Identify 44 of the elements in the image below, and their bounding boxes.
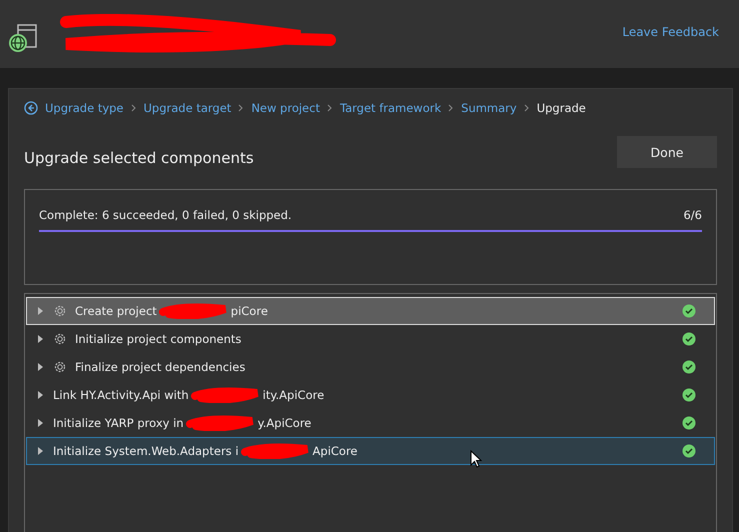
expand-icon[interactable] bbox=[38, 447, 43, 455]
chevron-icon bbox=[130, 104, 137, 112]
progress-message: Complete: 6 succeeded, 0 failed, 0 skipped. bbox=[39, 208, 292, 222]
step-label: piCore bbox=[230, 304, 268, 318]
breadcrumb-link[interactable]: Target framework bbox=[340, 101, 442, 115]
step-label: y.ApiCore bbox=[258, 416, 312, 430]
chevron-icon bbox=[326, 104, 333, 112]
expand-icon[interactable] bbox=[38, 307, 43, 315]
breadcrumb-link[interactable]: Upgrade bbox=[536, 101, 586, 115]
expand-icon[interactable] bbox=[38, 419, 43, 427]
chevron-icon bbox=[448, 104, 454, 112]
step-label: Initialize System.Web.Adapters i bbox=[53, 444, 239, 458]
gear-icon bbox=[53, 332, 67, 346]
breadcrumb-link[interactable]: New project bbox=[251, 101, 320, 115]
leave-feedback-link[interactable]: Leave Feedback bbox=[622, 25, 719, 39]
step-row[interactable]: Initialize project components bbox=[26, 325, 715, 353]
chevron-icon bbox=[524, 104, 530, 112]
step-label: ApiCore bbox=[312, 444, 358, 458]
gear-icon bbox=[53, 304, 67, 318]
breadcrumb-link[interactable]: Summary bbox=[461, 101, 517, 115]
expand-icon[interactable] bbox=[38, 363, 43, 371]
step-label: Initialize YARP proxy in bbox=[53, 416, 184, 430]
progress-count: 6/6 bbox=[683, 208, 702, 222]
expand-icon[interactable] bbox=[38, 391, 43, 399]
mouse-cursor-icon bbox=[470, 450, 482, 468]
expand-icon[interactable] bbox=[38, 335, 43, 343]
done-button[interactable]: Done bbox=[617, 136, 717, 168]
breadcrumb-link[interactable]: Upgrade type bbox=[45, 101, 124, 115]
step-label: Finalize project dependencies bbox=[75, 360, 246, 374]
back-icon[interactable] bbox=[24, 101, 38, 115]
step-row[interactable]: Initialize System.Web.Adapters i ApiCore bbox=[26, 437, 715, 465]
step-row[interactable]: Initialize YARP proxy in y.ApiCore bbox=[26, 409, 715, 437]
gear-icon bbox=[53, 360, 67, 374]
web-app-icon bbox=[8, 23, 38, 53]
step-row[interactable]: Create project piCore bbox=[26, 297, 715, 325]
breadcrumb-link[interactable]: Upgrade target bbox=[144, 101, 232, 115]
step-label: Create project bbox=[75, 304, 157, 318]
step-label: Initialize project components bbox=[75, 332, 242, 346]
chevron-icon bbox=[238, 104, 244, 112]
step-label: Link HY.Activity.Api with bbox=[53, 388, 189, 402]
step-row[interactable]: Finalize project dependencies bbox=[26, 353, 715, 381]
page-title: Upgrade selected components bbox=[24, 149, 254, 167]
step-label: ity.ApiCore bbox=[262, 388, 324, 402]
step-row[interactable]: Link HY.Activity.Api with ity.ApiCore bbox=[26, 381, 715, 409]
